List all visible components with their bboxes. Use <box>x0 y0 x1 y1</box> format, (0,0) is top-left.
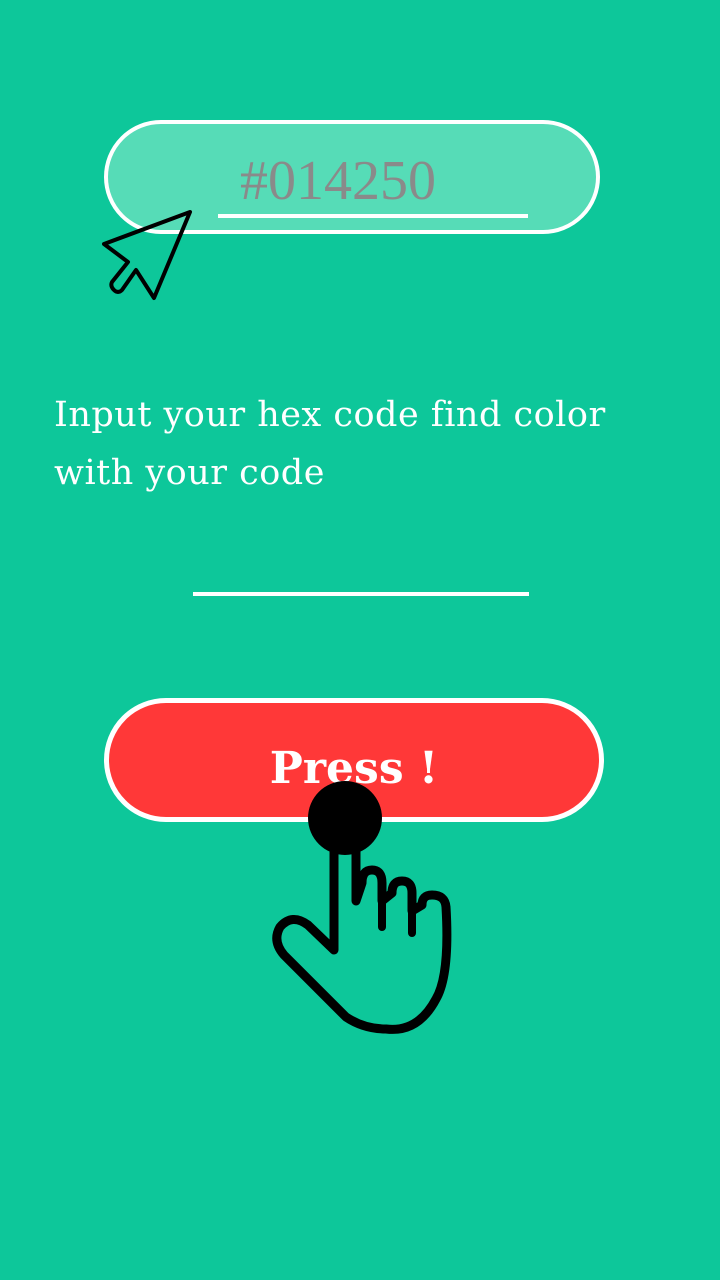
divider <box>193 592 529 596</box>
tap-hand-icon <box>272 781 452 1034</box>
instructions-text: Input your hex code find color with your… <box>54 395 606 493</box>
cursor-arrow-icon <box>102 210 192 300</box>
hex-code-input[interactable] <box>218 148 528 218</box>
